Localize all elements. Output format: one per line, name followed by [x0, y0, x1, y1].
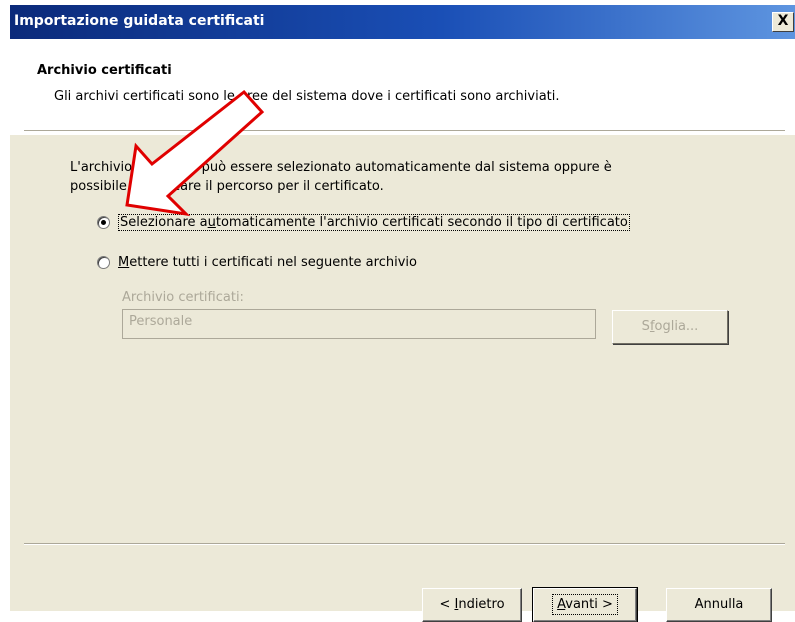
close-button[interactable]: X — [772, 12, 794, 32]
next-button[interactable]: Avanti > — [532, 587, 638, 622]
cancel-button[interactable]: Annulla — [666, 588, 772, 622]
description-line-1: L'archivio certificati può essere selezi… — [70, 160, 612, 175]
radio-manual-button[interactable] — [97, 256, 110, 269]
back-button[interactable]: < Indietro — [422, 588, 522, 622]
radio-auto-label[interactable]: Selezionare automaticamente l'archivio c… — [118, 214, 630, 231]
radio-manual-store[interactable]: Mettere tutti i certificati nel seguente… — [97, 255, 417, 270]
title-bar[interactable]: Importazione guidata certificati X — [10, 5, 795, 39]
radio-auto-button[interactable] — [97, 216, 110, 229]
store-input: Personale — [122, 309, 596, 339]
description-text: L'archivio certificati può essere selezi… — [70, 158, 750, 196]
description-line-2: possibile specificare il percorso per il… — [70, 179, 384, 194]
browse-button: Sfoglia... — [612, 310, 728, 344]
store-field-label: Archivio certificati: — [122, 290, 244, 305]
wizard-header: Archivio certificati Gli archivi certifi… — [10, 39, 795, 135]
page-title: Archivio certificati — [37, 63, 172, 78]
radio-selected-dot — [101, 220, 106, 225]
footer-divider — [24, 543, 785, 545]
page-subtitle: Gli archivi certificati sono le aree del… — [54, 89, 560, 104]
radio-manual-label[interactable]: Mettere tutti i certificati nel seguente… — [118, 255, 417, 270]
window-title: Importazione guidata certificati — [14, 13, 265, 29]
radio-auto-select[interactable]: Selezionare automaticamente l'archivio c… — [97, 214, 630, 231]
wizard-window: Importazione guidata certificati X Archi… — [10, 5, 795, 611]
header-divider — [24, 130, 785, 132]
